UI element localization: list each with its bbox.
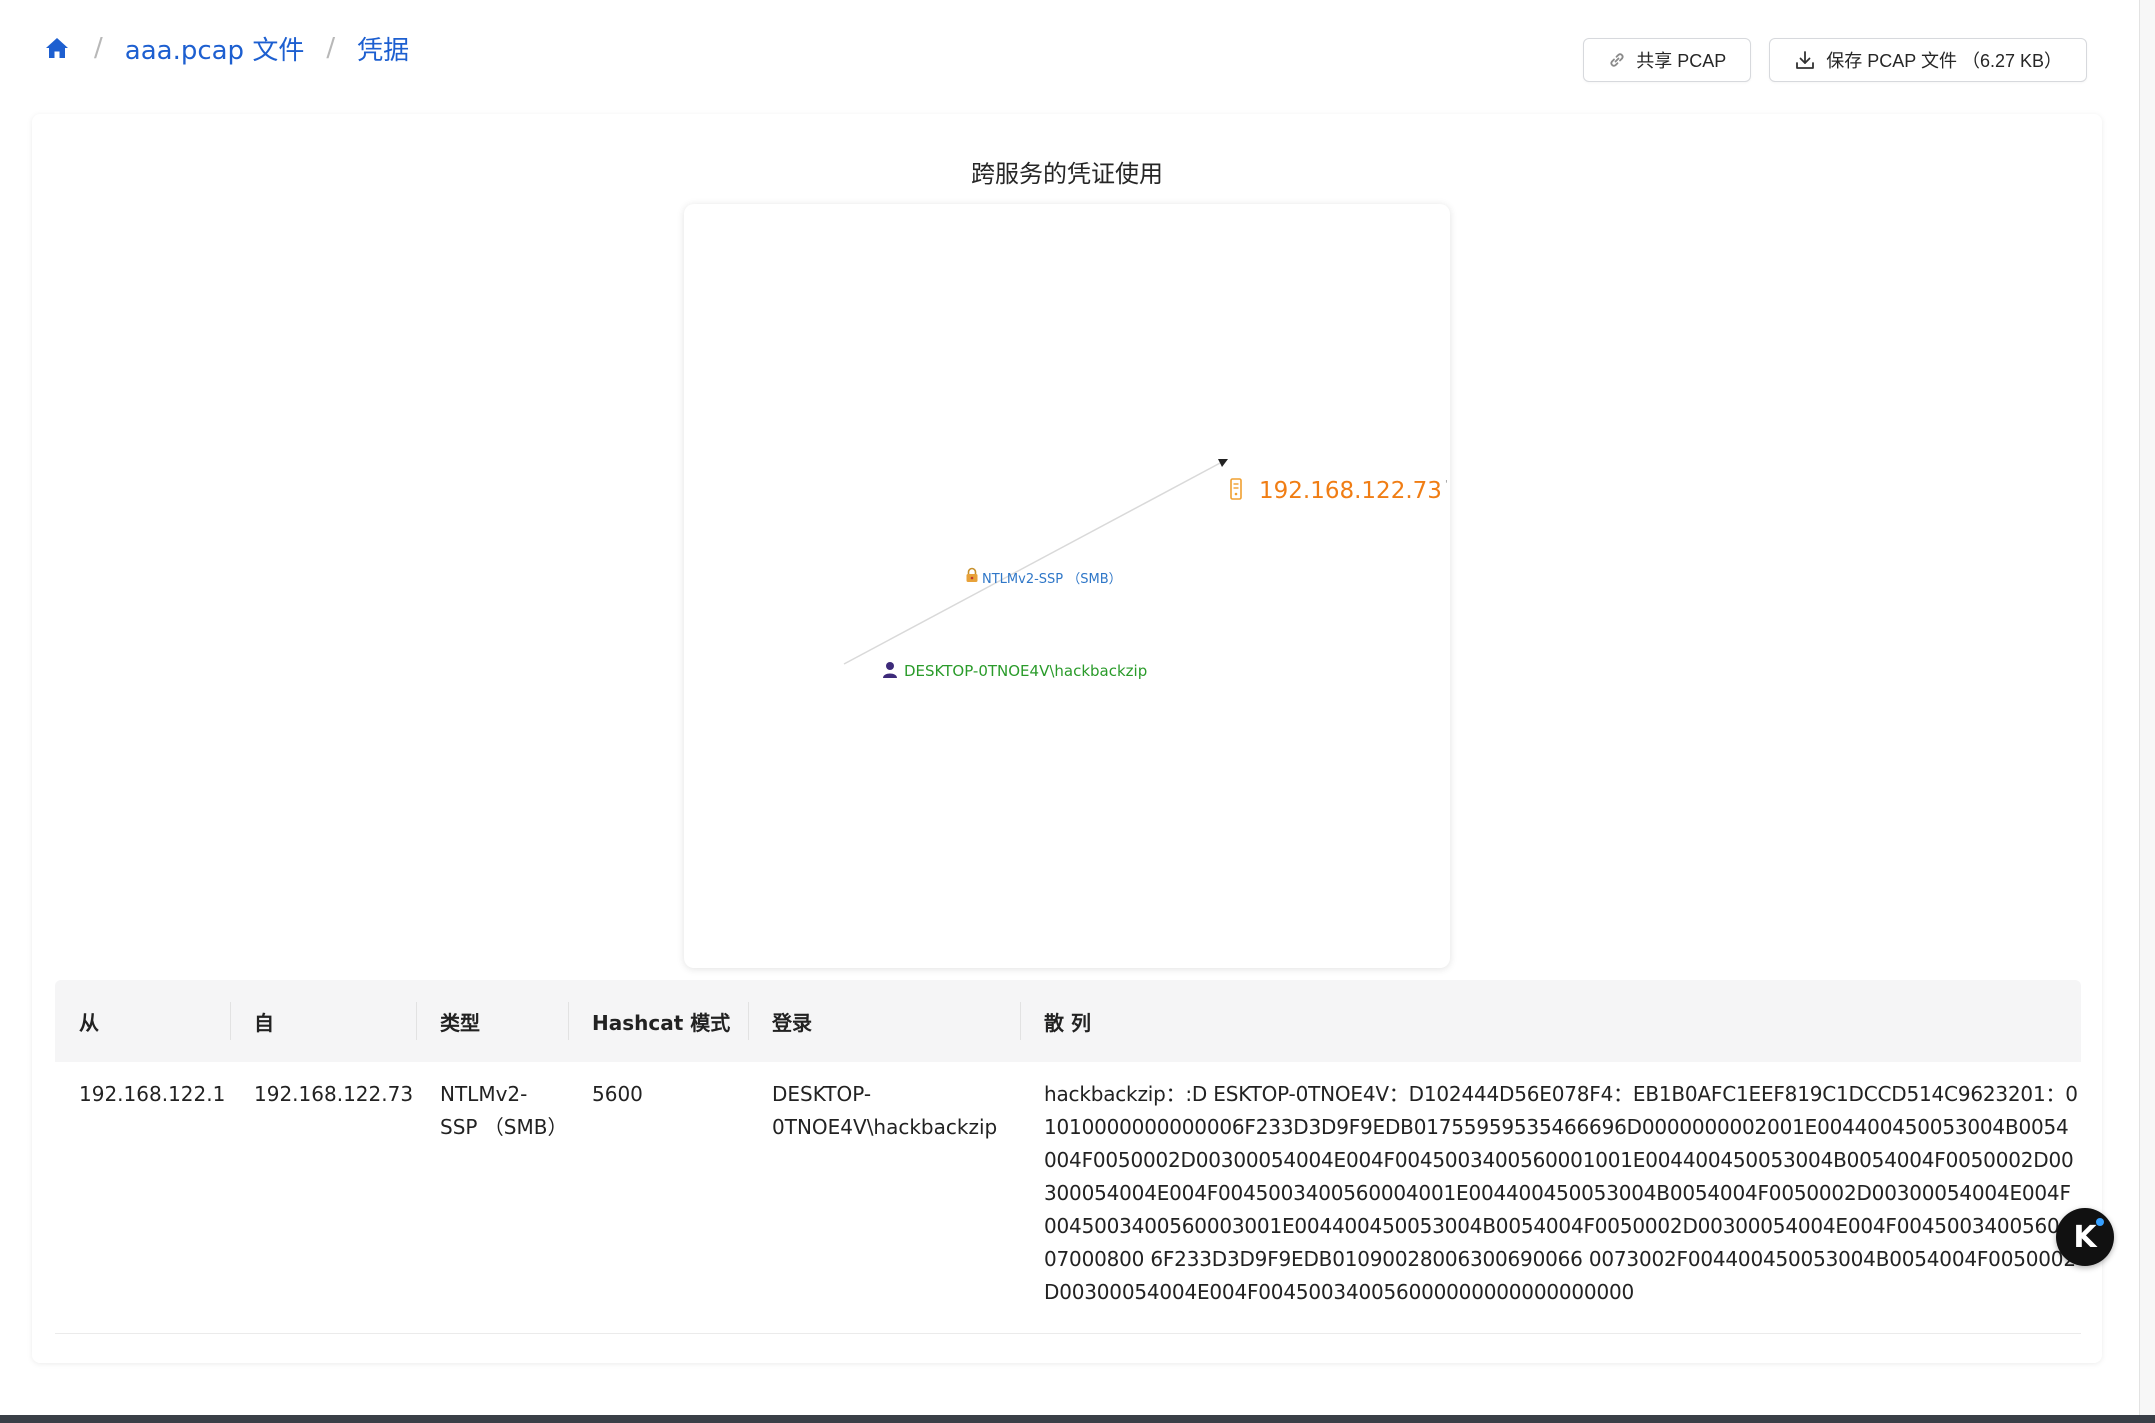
save-pcap-label: 保存 PCAP 文件 （6.27 KB） bbox=[1826, 51, 2062, 71]
server-node-label[interactable]: 192.168.122.73 bbox=[1259, 478, 1442, 504]
column-header-hash[interactable]: 散 列 bbox=[1020, 980, 2081, 1062]
breadcrumb-credentials-link[interactable]: 凭据 bbox=[357, 30, 409, 67]
cell-to: 192.168.122.73 bbox=[254, 1082, 414, 1106]
cell-type: NTLMv2-SSP （SMB） bbox=[440, 1082, 568, 1139]
table-row[interactable]: 192.168.122.1 192.168.122.73 NTLMv2-SSP … bbox=[55, 1062, 2081, 1334]
column-header-to[interactable]: 自 bbox=[230, 980, 416, 1062]
share-pcap-button[interactable]: 共享 PCAP bbox=[1583, 38, 1752, 82]
breadcrumb-file-link[interactable]: aaa.pcap 文件 bbox=[125, 30, 305, 67]
home-icon[interactable] bbox=[42, 33, 72, 63]
user-node-label[interactable]: DESKTOP-0TNOE4V\hackbackzip bbox=[904, 662, 1147, 680]
server-icon bbox=[1229, 478, 1243, 500]
column-header-from[interactable]: 从 bbox=[55, 980, 230, 1062]
credentials-table: 从 自 类型 Hashcat 模式 登录 散 列 192.168.122.1 1… bbox=[55, 980, 2081, 1334]
credentials-card: 跨服务的凭证使用 192.168.122.73 ' NTLMv2-SSP （SM… bbox=[32, 114, 2102, 1363]
graph-clip-mark: ' bbox=[1445, 479, 1448, 490]
column-header-type[interactable]: 类型 bbox=[416, 980, 568, 1062]
link-icon bbox=[1608, 51, 1626, 69]
breadcrumb-separator: / bbox=[326, 33, 336, 63]
taskbar-edge bbox=[0, 1415, 2155, 1423]
cell-hash[interactable]: hackbackzip：:D ESKTOP-0TNOE4V：D102444D56… bbox=[1020, 1078, 2081, 1309]
header-actions: 共享 PCAP 保存 PCAP 文件 （6.27 KB） bbox=[1583, 38, 2087, 82]
lock-icon bbox=[965, 567, 979, 583]
share-pcap-label: 共享 PCAP bbox=[1636, 51, 1727, 71]
breadcrumb-separator: / bbox=[94, 33, 103, 63]
window-scrollbar[interactable] bbox=[2140, 0, 2155, 1423]
notification-dot bbox=[2096, 1218, 2104, 1226]
graph-title: 跨服务的凭证使用 bbox=[971, 160, 1163, 188]
cell-hashcat-mode: 5600 bbox=[592, 1082, 643, 1106]
assistant-icon[interactable]: K bbox=[2056, 1208, 2114, 1266]
table-header: 从 自 类型 Hashcat 模式 登录 散 列 bbox=[55, 980, 2081, 1062]
user-icon bbox=[882, 661, 898, 679]
cell-from: 192.168.122.1 bbox=[79, 1082, 226, 1106]
download-icon bbox=[1794, 49, 1816, 71]
edge-label[interactable]: NTLMv2-SSP （SMB） bbox=[982, 568, 1122, 587]
column-header-hashcat-mode[interactable]: Hashcat 模式 bbox=[568, 980, 748, 1062]
graph-edge-line bbox=[843, 461, 1223, 665]
cell-login: DESKTOP-0TNOE4V\hackbackzip bbox=[772, 1082, 998, 1139]
breadcrumb: / aaa.pcap 文件 / 凭据 bbox=[42, 26, 409, 70]
page: / aaa.pcap 文件 / 凭据 共享 PCAP 保存 PCAP 文件 （6… bbox=[0, 0, 2140, 1415]
assistant-badge-label: K bbox=[2073, 1219, 2097, 1255]
credential-graph[interactable]: 192.168.122.73 ' NTLMv2-SSP （SMB） DESKTO… bbox=[684, 204, 1450, 968]
save-pcap-button[interactable]: 保存 PCAP 文件 （6.27 KB） bbox=[1769, 38, 2087, 82]
column-header-login[interactable]: 登录 bbox=[748, 980, 1020, 1062]
